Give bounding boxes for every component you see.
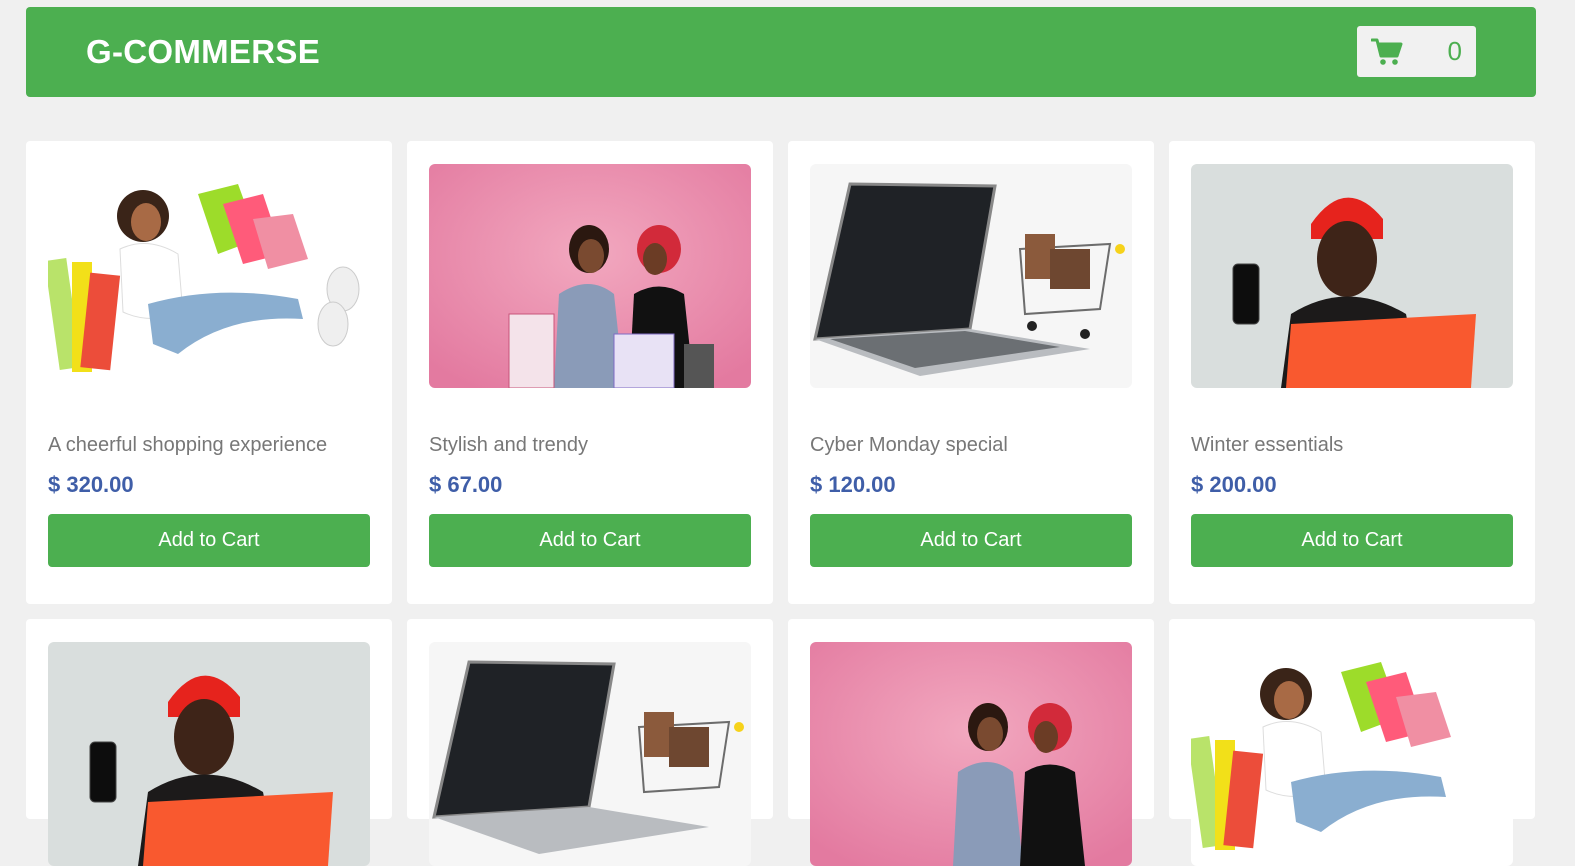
shopping-cart-icon	[1371, 38, 1403, 65]
product-card	[1169, 619, 1535, 866]
product-price: $ 67.00	[429, 472, 503, 497]
product-price: $ 320.00	[48, 472, 134, 497]
add-to-cart-button[interactable]: Add to Cart	[810, 514, 1132, 567]
cart-count: 0	[1447, 36, 1462, 66]
product-price: $ 120.00	[810, 472, 896, 497]
add-to-cart-button[interactable]: Add to Cart	[1191, 514, 1513, 567]
product-image-woman-with-shopping-bags	[1191, 642, 1513, 866]
product-card: Winter essentials $ 200.00 Add to Cart	[1169, 141, 1535, 604]
product-image-woman-with-shopping-bags	[48, 164, 370, 388]
product-image-two-women-pink-background	[429, 164, 751, 388]
product-title: Stylish and trendy	[429, 434, 588, 456]
product-title: A cheerful shopping experience	[48, 434, 328, 456]
product-card: Stylish and trendy $ 67.00 Add to Cart	[407, 141, 773, 604]
product-image-two-women-pink-background	[810, 642, 1132, 866]
product-card	[26, 619, 392, 866]
product-image-laptop-with-shopping-cart	[810, 164, 1132, 388]
product-image-laptop-with-shopping-cart	[429, 642, 751, 866]
brand-logo[interactable]: G-COMMERSE	[86, 34, 320, 70]
cart-button[interactable]: 0	[1357, 26, 1476, 77]
product-title: Winter essentials	[1191, 434, 1344, 456]
add-to-cart-button[interactable]: Add to Cart	[429, 514, 751, 567]
product-card	[407, 619, 773, 866]
header-bar: G-COMMERSE 0	[26, 7, 1536, 97]
product-card: A cheerful shopping experience $ 320.00 …	[26, 141, 392, 604]
product-card: Cyber Monday special $ 120.00 Add to Car…	[788, 141, 1154, 604]
product-image-woman-red-beanie-phone	[48, 642, 370, 866]
product-card	[788, 619, 1154, 866]
add-to-cart-button[interactable]: Add to Cart	[48, 514, 370, 567]
product-price: $ 200.00	[1191, 472, 1277, 497]
product-image-woman-red-beanie-phone	[1191, 164, 1513, 388]
product-title: Cyber Monday special	[810, 434, 1008, 456]
